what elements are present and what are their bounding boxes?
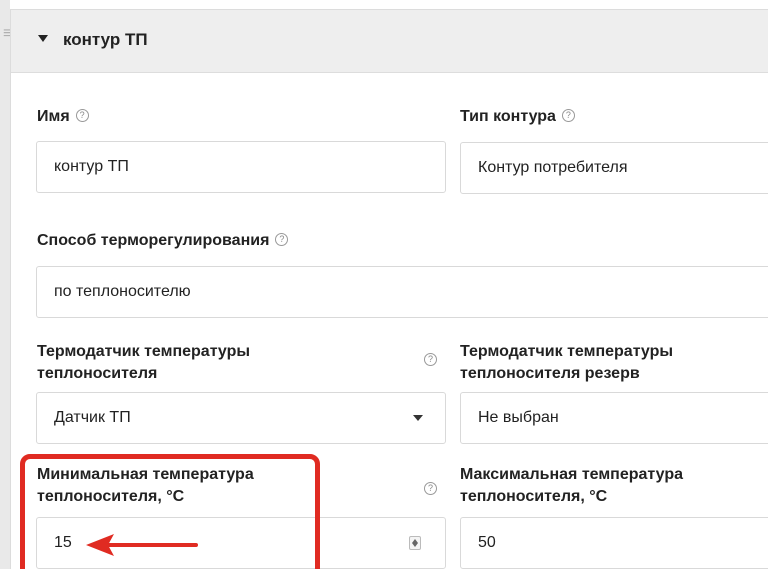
coolant-sensor-reserve-select[interactable]: Не выбран bbox=[460, 392, 768, 444]
contour-type-label: Тип контура? bbox=[460, 106, 575, 128]
number-spinner[interactable] bbox=[409, 536, 421, 550]
min-coolant-temp-label-line2: теплоносителя, °C bbox=[37, 488, 185, 505]
contour-type-value: Контур потребителя bbox=[478, 159, 628, 176]
regulation-method-label-text: Способ терморегулирования bbox=[37, 232, 270, 249]
help-icon[interactable]: ? bbox=[424, 353, 437, 366]
help-icon[interactable]: ? bbox=[561, 109, 575, 123]
help-icon[interactable]: ? bbox=[275, 233, 289, 247]
max-coolant-temp-label-line1: Максимальная температура bbox=[460, 466, 684, 483]
help-icon[interactable]: ? bbox=[75, 109, 89, 123]
name-input[interactable]: контур ТП bbox=[36, 141, 446, 193]
coolant-sensor-select[interactable]: Датчик ТП bbox=[36, 392, 446, 444]
name-label: Имя? bbox=[37, 106, 89, 128]
regulation-method-select[interactable]: по теплоносителю bbox=[36, 266, 768, 318]
coolant-sensor-label: Термодатчик температуры теплоносителя bbox=[37, 341, 250, 385]
min-coolant-temp-input[interactable]: 15 bbox=[36, 517, 446, 569]
coolant-sensor-reserve-value: Не выбран bbox=[478, 409, 559, 426]
settings-page: ≡ контур ТП Имя? контур ТП Тип контура? … bbox=[0, 0, 768, 569]
dropdown-arrow-icon[interactable] bbox=[413, 415, 423, 421]
caret-down-icon[interactable] bbox=[38, 35, 48, 42]
min-coolant-temp-value: 15 bbox=[54, 534, 72, 551]
min-coolant-temp-label-line1: Минимальная температура bbox=[37, 466, 254, 483]
max-coolant-temp-label-line2: теплоносителя, °C bbox=[460, 488, 608, 505]
spinner-down-icon[interactable] bbox=[412, 543, 418, 547]
name-label-text: Имя bbox=[37, 108, 70, 125]
panel-title: контур ТП bbox=[63, 30, 148, 49]
contour-type-label-text: Тип контура bbox=[460, 108, 556, 125]
min-coolant-temp-label: Минимальная температура теплоносителя, °… bbox=[37, 464, 254, 508]
coolant-sensor-reserve-label-line1: Термодатчик температуры bbox=[460, 343, 674, 360]
panel-header[interactable]: контур ТП bbox=[11, 10, 768, 73]
contour-type-select[interactable]: Контур потребителя bbox=[460, 142, 768, 194]
max-coolant-temp-value: 50 bbox=[478, 534, 496, 551]
coolant-sensor-reserve-label-line2: теплоносителя резерв bbox=[460, 365, 640, 382]
coolant-sensor-label-line1: Термодатчик температуры bbox=[37, 343, 251, 360]
regulation-method-value: по теплоносителю bbox=[54, 283, 191, 300]
name-input-value: контур ТП bbox=[54, 158, 129, 175]
coolant-sensor-reserve-label: Термодатчик температуры теплоносителя ре… bbox=[460, 341, 673, 385]
coolant-sensor-value: Датчик ТП bbox=[54, 409, 131, 426]
left-gutter: ≡ bbox=[0, 0, 12, 569]
max-coolant-temp-input[interactable]: 50 bbox=[460, 517, 768, 569]
help-icon[interactable]: ? bbox=[424, 482, 437, 495]
regulation-method-label: Способ терморегулирования? bbox=[37, 230, 289, 252]
max-coolant-temp-label: Максимальная температура теплоносителя, … bbox=[460, 464, 683, 508]
coolant-sensor-label-line2: теплоносителя bbox=[37, 365, 158, 382]
